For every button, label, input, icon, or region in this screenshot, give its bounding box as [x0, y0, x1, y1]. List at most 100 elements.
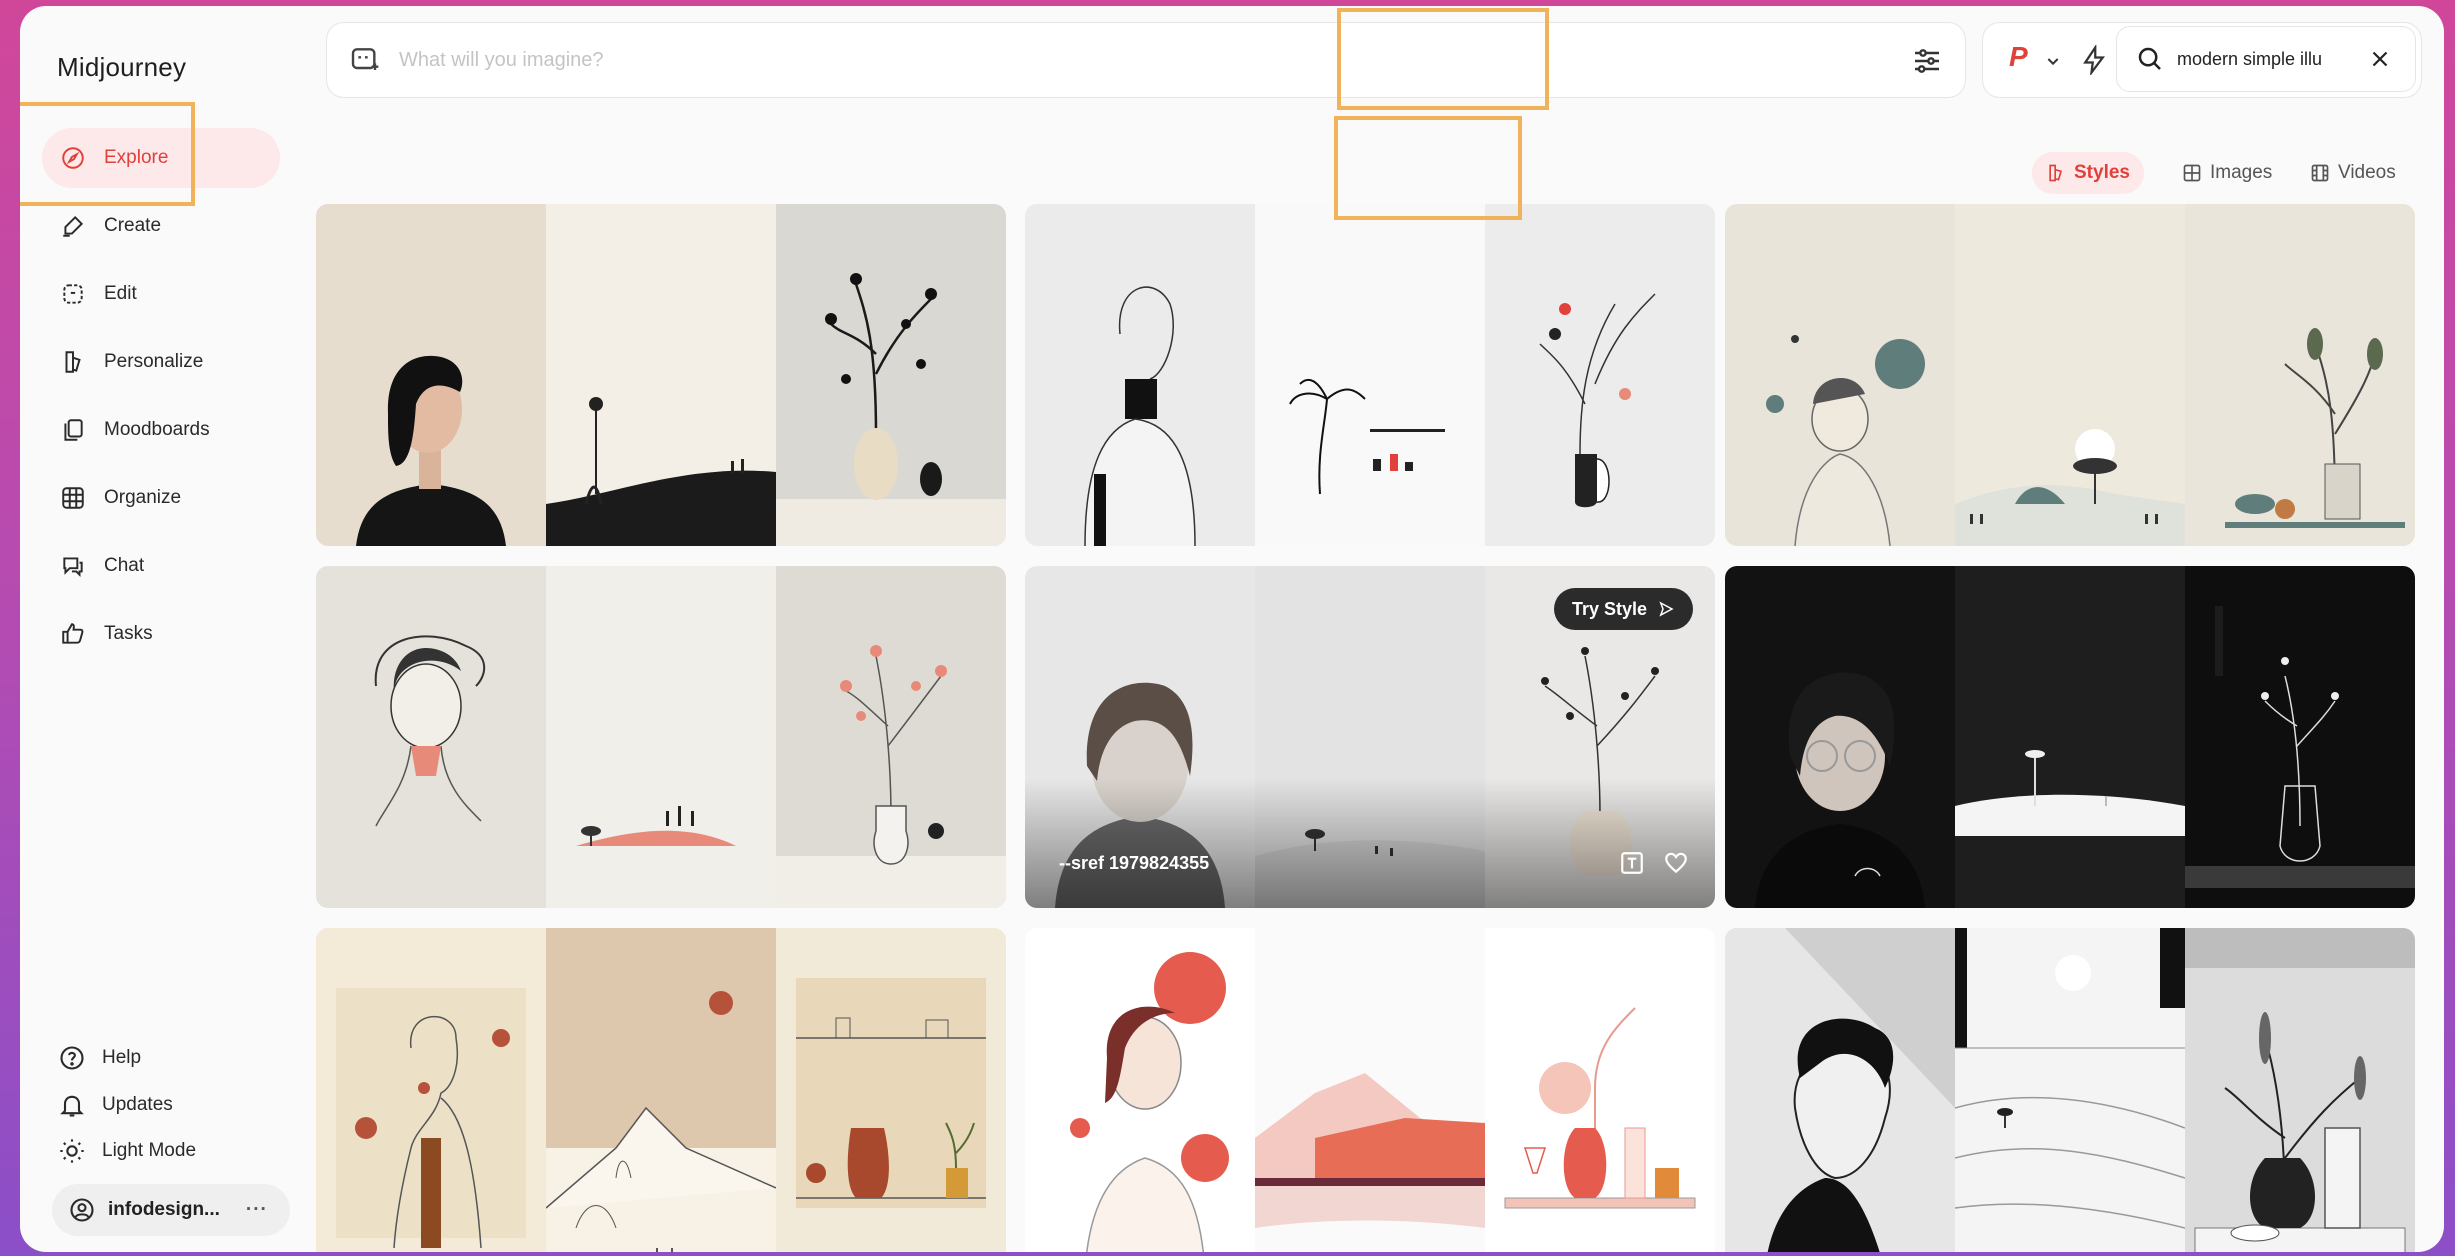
style-preview-image	[316, 566, 546, 908]
compass-icon	[62, 147, 84, 169]
account-button[interactable]: infodesign... ···	[52, 1184, 290, 1236]
sidebar-item-label: Chat	[104, 555, 145, 576]
light-mode-label: Light Mode	[102, 1140, 197, 1161]
style-preview-image	[2185, 928, 2415, 1252]
style-preview-image	[1485, 204, 1715, 546]
app-window: Midjourney Explore Create Edit Personali…	[20, 6, 2444, 1252]
sidebar-item-organize[interactable]: Organize	[42, 468, 280, 528]
style-preview-image	[1725, 566, 1955, 908]
sidebar-item-label: Create	[104, 215, 162, 236]
bolt-icon[interactable]	[2079, 45, 2109, 75]
personalization-toggle[interactable]: P	[2009, 41, 2028, 73]
brand-logo[interactable]: Midjourney	[57, 52, 186, 83]
personalize-icon	[65, 351, 81, 373]
light-mode-toggle[interactable]: Light Mode	[58, 1137, 196, 1165]
sidebar-item-edit[interactable]: Edit	[42, 264, 280, 324]
sidebar-item-label: Edit	[104, 283, 137, 304]
style-preview-image	[2185, 204, 2415, 546]
style-card[interactable]	[316, 204, 1006, 546]
style-preview-image	[776, 928, 1006, 1252]
sidebar-item-create[interactable]: Create	[42, 196, 280, 256]
tab-label: Images	[2210, 162, 2273, 183]
brush-icon	[63, 215, 84, 237]
style-card[interactable]	[316, 566, 1006, 908]
prompt-input[interactable]	[397, 47, 1801, 73]
sidebar-item-personalize[interactable]: Personalize	[42, 332, 280, 392]
send-icon	[1659, 601, 1674, 617]
card-overlay	[1025, 778, 1715, 908]
sref-code[interactable]: --sref 1979824355	[1059, 853, 1209, 874]
sidebar-item-label: Tasks	[104, 623, 153, 644]
tab-images[interactable]: Images	[2168, 152, 2286, 194]
try-style-label: Try Style	[1571, 598, 1647, 619]
style-preview-image	[2185, 566, 2415, 908]
sidebar-item-label: Moodboards	[104, 419, 210, 440]
style-card[interactable]	[1025, 928, 1715, 1252]
style-preview-image	[316, 204, 546, 546]
style-card-hovered[interactable]: Try Style --sref 1979824355	[1025, 566, 1715, 908]
bell-icon	[60, 1095, 84, 1117]
chat-icon	[63, 557, 83, 578]
tab-label: Styles	[2074, 162, 2130, 183]
style-preview-image	[546, 204, 776, 546]
style-preview-image	[1485, 928, 1715, 1252]
style-preview-image	[546, 928, 776, 1252]
help-icon	[60, 1046, 84, 1070]
more-options-icon[interactable]: ···	[246, 1199, 268, 1221]
sidebar-item-label: Personalize	[104, 351, 204, 372]
moodboard-icon	[64, 419, 83, 441]
close-icon[interactable]	[2367, 46, 2393, 72]
style-preview-image	[1255, 928, 1485, 1252]
search-box	[2116, 26, 2416, 92]
styles-icon	[2049, 164, 2063, 182]
edit-icon	[63, 284, 83, 304]
style-card[interactable]	[1025, 204, 1715, 546]
heart-icon[interactable]	[1663, 850, 1689, 876]
style-preview-image	[1955, 928, 2185, 1252]
style-preview-image	[1025, 204, 1255, 546]
tab-label: Videos	[2338, 162, 2396, 183]
video-icon	[2311, 164, 2329, 182]
style-card[interactable]	[1725, 928, 2415, 1252]
sidebar-item-tasks[interactable]: Tasks	[42, 604, 280, 664]
style-preview-image	[1955, 566, 2185, 908]
grid-icon	[62, 487, 84, 509]
style-preview-image	[776, 566, 1006, 908]
thumbs-up-icon	[62, 623, 84, 644]
image-icon	[2183, 164, 2201, 182]
style-preview-image	[316, 928, 546, 1252]
user-icon	[70, 1198, 94, 1222]
sidebar-item-label: Organize	[104, 487, 182, 508]
sun-icon	[60, 1139, 84, 1163]
search-icon	[2138, 47, 2161, 70]
style-card[interactable]	[1725, 204, 2415, 546]
sidebar-item-chat[interactable]: Chat	[42, 536, 280, 596]
style-preview-image	[1255, 204, 1485, 546]
style-preview-image	[1725, 204, 1955, 546]
style-preview-image	[1955, 204, 2185, 546]
help-link[interactable]: Help	[58, 1044, 141, 1072]
help-label: Help	[102, 1047, 142, 1068]
style-preview-image	[1025, 928, 1255, 1252]
tab-styles[interactable]: Styles	[2032, 152, 2144, 194]
account-name: infodesign...	[108, 1199, 220, 1220]
chevron-down-icon[interactable]	[2045, 53, 2061, 69]
style-preview-image	[1725, 928, 1955, 1252]
card-actions	[1619, 850, 1689, 876]
prompt-bar	[326, 22, 1966, 98]
updates-label: Updates	[102, 1094, 173, 1115]
sidebar: Midjourney Explore Create Edit Personali…	[20, 6, 310, 1252]
sidebar-item-moodboards[interactable]: Moodboards	[42, 400, 280, 460]
updates-link[interactable]: Updates	[58, 1091, 173, 1119]
style-card[interactable]	[1725, 566, 2415, 908]
try-style-button[interactable]: Try Style	[1553, 588, 1693, 630]
tab-videos[interactable]: Videos	[2296, 152, 2410, 194]
sidebar-item-explore[interactable]: Explore	[42, 128, 280, 188]
text-prompt-icon[interactable]	[1619, 850, 1645, 876]
search-input[interactable]	[2175, 47, 2359, 71]
image-prompt-icon[interactable]	[349, 44, 381, 76]
style-preview-image	[546, 566, 776, 908]
style-card[interactable]	[316, 928, 1006, 1252]
settings-sliders-icon[interactable]	[1911, 45, 1943, 77]
style-preview-image	[776, 204, 1006, 546]
